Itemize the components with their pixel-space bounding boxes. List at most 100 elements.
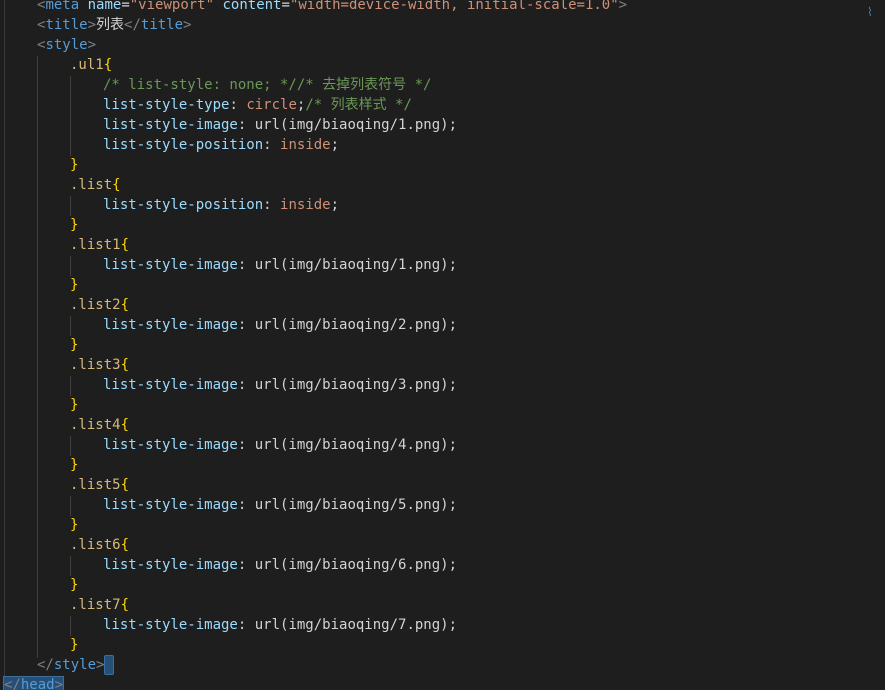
css-declaration-line: list-style-image: url(img/biaoqing/2.png…	[103, 315, 457, 335]
gutter-divider	[4, 0, 5, 690]
equals: =	[121, 0, 130, 13]
semicolon: ;	[448, 377, 458, 393]
css-property: list-style-image	[103, 257, 238, 273]
open-brace: {	[103, 57, 113, 73]
css-property: list-style-type	[103, 97, 230, 113]
colon: :	[229, 97, 238, 113]
close-brace: }	[70, 457, 79, 473]
css-selector-line: .ul1{	[70, 55, 112, 75]
css-close-line: }	[70, 335, 78, 355]
attr-value: "viewport"	[129, 0, 215, 13]
css-close-line: }	[70, 575, 78, 595]
tag-close-bracket: >	[87, 17, 97, 33]
title-text: 列表	[96, 17, 125, 33]
css-declaration-line: list-style-image: url(img/biaoqing/1.png…	[103, 255, 457, 275]
css-comment-line: /* list-style: none; *//* 去掉列表符号 */	[103, 75, 431, 95]
css-selector: .list7	[70, 597, 121, 613]
css-value: circle	[246, 97, 297, 113]
css-url-value: url(img/biaoqing/6.png)	[254, 557, 449, 573]
css-declaration-line: list-style-image: url(img/biaoqing/1.png…	[103, 115, 457, 135]
css-value: inside	[280, 197, 331, 213]
equals: =	[281, 0, 290, 13]
colon: :	[237, 557, 247, 573]
css-close-line: }	[70, 215, 78, 235]
css-comment: /* list-style: none; *//* 去掉列表符号 */	[103, 77, 432, 93]
tag-name: style	[45, 37, 88, 53]
tag-close-bracket: >	[54, 677, 64, 690]
attr-name: name	[87, 0, 122, 13]
code-line-title: <title>列表</title>	[37, 15, 191, 35]
open-brace: {	[120, 237, 130, 253]
indent-guide	[70, 256, 71, 276]
css-property: list-style-image	[103, 557, 238, 573]
close-brace: }	[70, 337, 79, 353]
minimap-marker-icon: ⌇	[867, 5, 873, 19]
code-line-style-close: </style>	[37, 655, 115, 675]
css-url-value: url(img/biaoqing/1.png)	[254, 257, 449, 273]
css-selector: .list5	[70, 477, 121, 493]
text-cursor[interactable]	[104, 655, 115, 675]
css-comment: /* 列表样式 */	[305, 97, 412, 113]
indent-guide	[70, 196, 71, 216]
css-property: list-style-image	[103, 117, 238, 133]
tag-name: style	[53, 657, 97, 673]
open-brace: {	[120, 537, 130, 553]
semicolon: ;	[448, 317, 458, 333]
tag-close-bracket: >	[183, 17, 192, 33]
close-brace: }	[70, 217, 79, 233]
css-property: list-style-image	[103, 617, 238, 633]
css-property: list-style-position	[103, 197, 264, 213]
indent-guide	[70, 436, 71, 456]
css-close-line: }	[70, 515, 78, 535]
close-brace: }	[70, 637, 79, 653]
css-selector-line: .list2{	[70, 295, 129, 315]
css-selector-line: .list5{	[70, 475, 129, 495]
indent-guide	[70, 376, 71, 396]
semicolon: ;	[448, 257, 458, 273]
indent-guide	[70, 496, 71, 516]
css-selector-line: .list3{	[70, 355, 129, 375]
tag-close-bracket: >	[618, 0, 628, 13]
open-brace: {	[120, 477, 130, 493]
open-brace: {	[120, 357, 130, 373]
tag-name: title	[140, 17, 184, 33]
semicolon: ;	[448, 617, 458, 633]
css-declaration-line: list-style-type: circle;/* 列表样式 */	[103, 95, 412, 115]
code-line-meta: <meta name="viewport" content="width=dev…	[37, 0, 627, 15]
tag-close-bracket: >	[96, 657, 105, 673]
tag-open-bracket: </	[4, 677, 21, 690]
attr-name: content	[222, 0, 282, 13]
colon: :	[237, 617, 247, 633]
semicolon: ;	[448, 557, 458, 573]
css-declaration-line: list-style-position: inside;	[103, 135, 339, 155]
css-close-line: }	[70, 455, 78, 475]
css-url-value: url(img/biaoqing/5.png)	[254, 497, 449, 513]
css-declaration-line: list-style-image: url(img/biaoqing/4.png…	[103, 435, 457, 455]
indent-guide	[70, 316, 71, 336]
colon: :	[237, 317, 247, 333]
css-property: list-style-image	[103, 437, 238, 453]
open-brace: {	[120, 297, 130, 313]
close-brace: }	[70, 397, 79, 413]
close-brace: }	[70, 517, 79, 533]
css-declaration-line: list-style-image: url(img/biaoqing/6.png…	[103, 555, 457, 575]
css-selector-line: .list1{	[70, 235, 129, 255]
css-selector: .list1	[70, 237, 121, 253]
css-close-line: }	[70, 395, 78, 415]
close-brace: }	[70, 277, 79, 293]
open-brace: {	[120, 597, 130, 613]
css-selector-line: .list7{	[70, 595, 129, 615]
css-selector-line: .list{	[70, 175, 121, 195]
css-property: list-style-image	[103, 497, 238, 513]
colon: :	[263, 137, 272, 153]
matched-tag-highlight[interactable]: </head>	[2, 676, 65, 690]
css-url-value: url(img/biaoqing/3.png)	[254, 377, 449, 393]
css-close-line: }	[70, 155, 78, 175]
attr-value: "width=device-width, initial-scale=1.0"	[289, 0, 619, 13]
code-line-style-open: <style>	[37, 35, 96, 55]
code-editor[interactable]: ⌇ <meta name="viewport" content="width=d…	[0, 0, 885, 690]
tag-open-bracket: </	[124, 17, 141, 33]
colon: :	[237, 117, 247, 133]
colon: :	[263, 197, 272, 213]
css-declaration-line: list-style-image: url(img/biaoqing/5.png…	[103, 495, 457, 515]
